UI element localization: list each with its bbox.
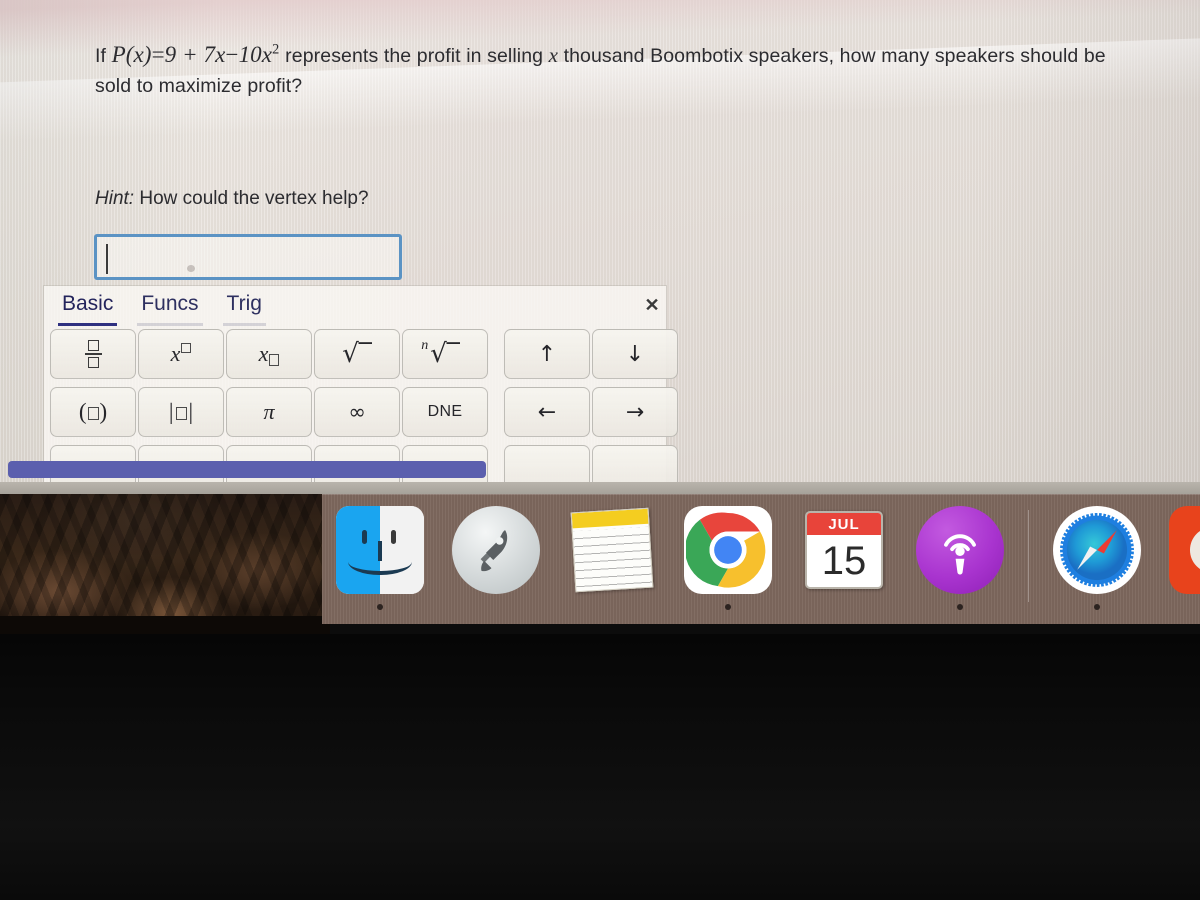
mathpad-tabs: Basic Funcs Trig [58,290,266,326]
screenshot-root: If P(x)=9 + 7x−10x2 represents the profi… [0,0,1200,900]
parentheses-key[interactable]: () [50,387,136,437]
hint-line: Hint: How could the vertex help? [95,188,369,210]
parentheses-icon: () [78,399,108,424]
dock-item-safari[interactable] [1039,506,1155,616]
pi-key[interactable]: π [226,387,312,437]
fraction-icon [84,339,102,369]
infinity-icon: ∞ [348,400,366,424]
tab-basic[interactable]: Basic [58,290,118,326]
tab-trig[interactable]: Trig [222,290,266,326]
finder-icon [336,506,424,594]
arrow-up-key[interactable]: ↑ [504,329,590,379]
arrow-down-icon: ↓ [625,341,645,367]
desktop-wallpaper [0,494,330,634]
mathpad-row-1: x x √‾ n √‾ ↑ ↓ [50,329,680,379]
equation-minus: − [225,42,239,67]
mathpad-key-r3-6[interactable] [504,445,590,482]
desktop-strip: JUL 15 [0,494,1200,634]
dock-item-finder[interactable] [322,506,438,616]
macos-dock: JUL 15 [322,494,1200,624]
dne-key[interactable]: DNE [402,387,488,437]
problem-prefix: If [95,45,107,67]
infinity-key[interactable]: ∞ [314,387,400,437]
square-root-icon: √‾ [342,339,372,369]
arrow-up-icon: ↑ [537,341,557,367]
dne-label: DNE [427,403,463,420]
subscript-icon: x [259,341,280,367]
subscript-key[interactable]: x [226,329,312,379]
app-icon [1169,506,1200,594]
dock-item-podcasts[interactable] [902,506,1018,616]
running-indicator-dot [957,604,963,610]
problem-variable: x [548,43,559,67]
calendar-day: 15 [821,538,867,583]
submit-button-bar[interactable] [8,461,486,478]
wallpaper-texture [0,494,330,634]
dock-item-notes[interactable] [554,506,670,616]
podcasts-icon [916,506,1004,594]
equation-equals: = [151,42,165,67]
equation-rhs-a: 9 + 7x [164,42,226,67]
dock-item-app[interactable] [1155,506,1200,616]
laptop-screen: If P(x)=9 + 7x−10x2 represents the profi… [0,0,1200,482]
arrow-left-icon: ← [537,399,557,425]
running-indicator-dot [377,604,383,610]
screen-smudge [187,265,195,272]
nth-root-icon: n √‾ [421,338,460,369]
arrow-left-key[interactable]: ← [504,387,590,437]
arrow-right-key[interactable]: → [592,387,678,437]
problem-text-mid: represents the profit in selling [285,45,544,67]
pi-icon: π [263,399,275,424]
close-icon[interactable]: ✕ [641,294,663,316]
dock-separator [1028,510,1029,602]
superscript-key[interactable]: x [138,329,224,379]
dock-items: JUL 15 [322,506,1200,616]
running-indicator-dot [725,604,731,610]
dock-item-chrome[interactable] [670,506,786,616]
chrome-icon [684,506,772,594]
math-keyboard-panel: Basic Funcs Trig ✕ x x √‾ n √‾ ↑ ↓ () |… [44,286,678,482]
calendar-month: JUL [807,513,881,535]
calendar-icon: JUL 15 [805,511,883,589]
screen-bottom-bezel [0,482,1200,494]
wallpaper-bottom-edge [0,616,330,634]
dock-item-launchpad[interactable] [438,506,554,616]
equation-rhs-b: 10x [238,42,273,67]
hint-label: Hint: [95,188,135,209]
absolute-value-icon: | | [168,399,194,424]
nth-root-key[interactable]: n √‾ [402,329,488,379]
mathpad-row-2: () | | π ∞ DNE ← → [50,387,680,437]
fraction-key[interactable] [50,329,136,379]
arrow-right-icon: → [625,399,645,425]
laptop-keyboard-deck: MacBook Air F1 [0,634,1200,900]
answer-input[interactable] [94,234,402,280]
tab-funcs[interactable]: Funcs [137,290,203,326]
text-caret [106,244,108,274]
problem-equation: P(x)=9 + 7x−10x2 [111,41,286,67]
dock-item-calendar[interactable]: JUL 15 [786,506,902,616]
safari-icon [1053,506,1141,594]
notes-icon [570,507,654,593]
absolute-value-key[interactable]: | | [138,387,224,437]
running-indicator-dot [1094,604,1100,610]
arrow-down-key[interactable]: ↓ [592,329,678,379]
launchpad-icon [452,506,540,594]
square-root-key[interactable]: √‾ [314,329,400,379]
problem-statement: If P(x)=9 + 7x−10x2 represents the profi… [95,38,1115,101]
equation-function: P(x) [111,42,152,67]
equation-exponent: 2 [272,41,280,58]
superscript-icon: x [171,341,192,367]
hint-text: How could the vertex help? [139,188,369,209]
mathpad-key-r3-7[interactable] [592,445,678,482]
